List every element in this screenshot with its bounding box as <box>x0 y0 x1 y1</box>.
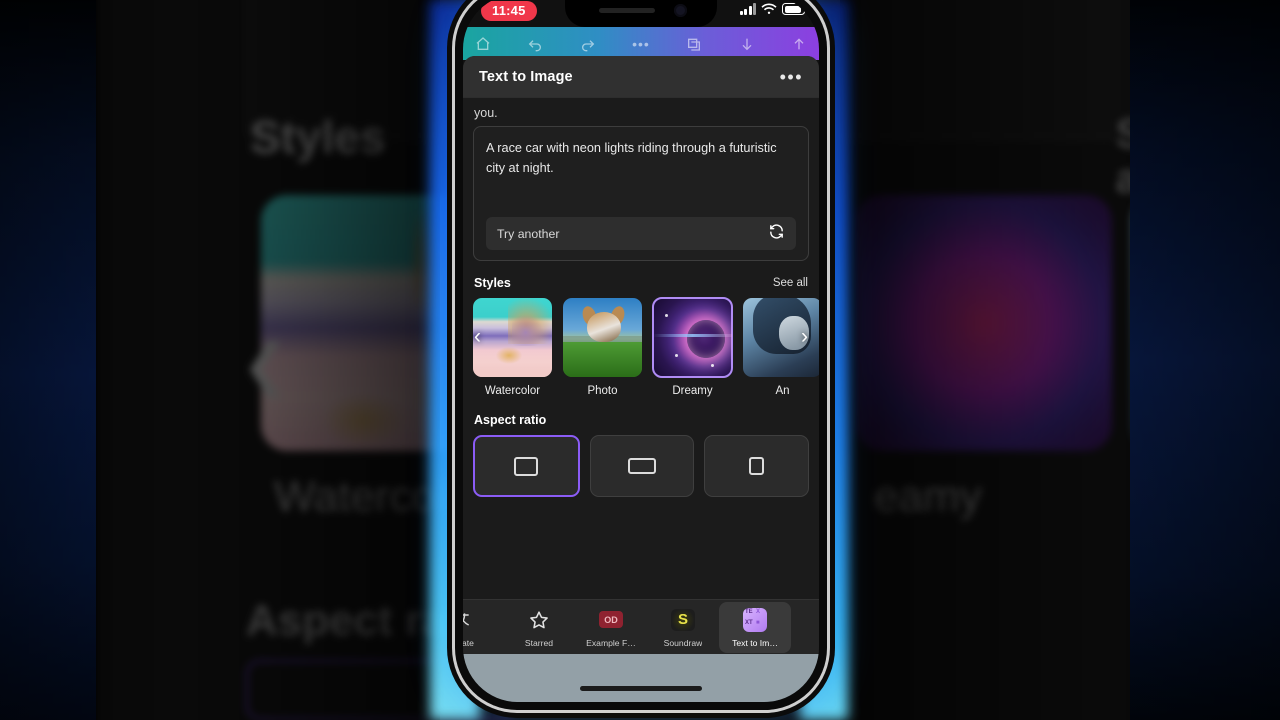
home-indicator-area <box>463 654 819 702</box>
tab-translate[interactable]: late <box>463 602 503 653</box>
styles-next-arrow[interactable]: › <box>801 326 808 347</box>
screenshot-stage: Try another Styles See all Watercolor ea… <box>0 0 1280 720</box>
background-vignette-left <box>0 0 440 720</box>
style-thumbnail-dreamy[interactable] <box>652 297 733 378</box>
style-option-photo[interactable]: Photo <box>563 298 642 397</box>
status-time: 11:45 <box>481 1 537 21</box>
styles-section-header: Styles See all <box>474 276 808 290</box>
style-thumbnail-watercolor[interactable] <box>473 298 552 377</box>
styles-title: Styles <box>474 276 511 290</box>
translate-icon <box>463 607 480 633</box>
style-label: Dreamy <box>672 385 713 397</box>
tab-label: Text to Im… <box>732 637 778 648</box>
aspect-ratio-square[interactable] <box>473 435 580 497</box>
style-option-dreamy[interactable]: Dreamy <box>652 297 733 397</box>
style-label: Watercolor <box>484 385 541 397</box>
refresh-icon[interactable] <box>768 223 785 245</box>
phone-mockup: ••• 11:45 Text to Image ••• you. A race … <box>455 0 827 710</box>
tab-label: late <box>463 637 474 648</box>
try-another-label: Try another <box>497 226 560 241</box>
text-to-image-icon: TE X XT ■ <box>742 607 768 633</box>
tab-label: Starred <box>524 637 554 648</box>
soundraw-icon: S <box>670 607 696 633</box>
tab-text-to-image[interactable]: TE X XT ■ Text to Im… <box>719 601 791 653</box>
prompt-input[interactable]: A race car with neon lights riding throu… <box>486 139 796 207</box>
tab-soundraw[interactable]: S Soundraw <box>647 602 719 653</box>
styles-carousel[interactable]: Watercolor Photo Dreamy An ‹ › <box>473 297 819 397</box>
wifi-icon <box>761 3 777 14</box>
status-icons <box>739 3 808 15</box>
style-label: Photo <box>587 385 618 397</box>
background-vignette-right <box>840 0 1280 720</box>
tab-example-f[interactable]: OD Example F… <box>575 602 647 653</box>
aspect-ratio-title: Aspect ratio <box>474 413 547 427</box>
portrait-ratio-icon <box>749 457 765 475</box>
home-indicator[interactable] <box>580 686 702 691</box>
style-option-watercolor[interactable]: Watercolor <box>473 298 552 397</box>
tab-label: Soundraw <box>663 637 703 648</box>
cellular-bars-icon <box>739 3 756 15</box>
phone-screen: ••• 11:45 Text to Image ••• you. A race … <box>463 0 819 702</box>
style-thumbnail-photo[interactable] <box>563 298 642 377</box>
page-title: Text to Image <box>479 68 573 85</box>
landscape-ratio-icon <box>628 458 656 474</box>
style-label: An <box>775 385 790 397</box>
try-another-button[interactable]: Try another <box>486 217 796 250</box>
battery-icon <box>782 3 808 15</box>
front-camera-icon <box>674 4 687 17</box>
aspect-ratio-landscape[interactable] <box>589 435 695 497</box>
aspect-ratio-portrait[interactable] <box>704 435 810 497</box>
overflow-menu-icon[interactable]: ••• <box>780 68 803 86</box>
status-bar: 11:45 <box>463 0 819 38</box>
styles-prev-arrow[interactable]: ‹ <box>474 326 481 347</box>
tab-label: Example F… <box>586 637 636 648</box>
square-ratio-icon <box>514 456 539 476</box>
aspect-ratio-options <box>473 435 810 497</box>
notch <box>565 0 717 27</box>
styles-see-all-link[interactable]: See all <box>773 277 808 289</box>
trailing-description-text: you. <box>474 106 498 120</box>
tab-starred[interactable]: Starred <box>503 602 575 653</box>
star-icon <box>526 607 552 633</box>
prompt-card[interactable]: A race car with neon lights riding throu… <box>473 126 809 261</box>
sheet-header: Text to Image ••• <box>463 56 819 98</box>
od-icon: OD <box>598 607 624 633</box>
bottom-tab-bar: late Starred OD Example F… S Soundraw <box>463 599 819 654</box>
speaker-slot <box>599 8 655 13</box>
